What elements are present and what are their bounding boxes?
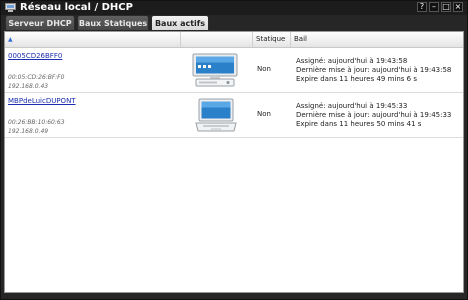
ip-address: 192.168.0.43 (8, 83, 49, 90)
laptop-computer-icon (195, 98, 237, 132)
static-value: Non (257, 110, 271, 118)
tab-baux-actifs[interactable]: Baux actifs (151, 15, 209, 30)
network-app-icon (5, 3, 16, 12)
lease-assigned: Assigné: aujourd'hui à 19:45:33 (296, 102, 408, 110)
mac-address: 00:26:BB:10:60:63 (8, 119, 65, 126)
maximize-button[interactable]: □ (441, 2, 451, 12)
column-header-name[interactable]: ▲ (5, 32, 181, 47)
table-row[interactable]: MBPdeLuicDUPONT 00:26:BB:10:60:63 192.16… (5, 93, 463, 138)
dhcp-window: Réseau local / DHCP ? – □ × Serveur DHCP… (0, 0, 468, 300)
lease-updated: Dernière mise à jour: aujourd'hui à 19:4… (296, 66, 452, 74)
leases-panel: ▲ Statique Bail 0005CD26BFF0 00:05:CD:26… (4, 31, 464, 293)
window-title: Réseau local / DHCP (20, 2, 133, 13)
help-button[interactable]: ? (417, 2, 427, 12)
tab-baux-statiques[interactable]: Baux Statiques (77, 15, 149, 30)
column-header-device (181, 32, 253, 47)
column-header-lease[interactable]: Bail (291, 32, 463, 47)
sort-ascending-icon: ▲ (8, 36, 13, 43)
desktop-computer-icon (192, 53, 238, 87)
device-name-link[interactable]: MBPdeLuicDUPONT (8, 97, 76, 105)
column-header-static[interactable]: Statique (253, 32, 291, 47)
static-value: Non (257, 65, 271, 73)
close-button[interactable]: × (453, 2, 463, 12)
lease-expires: Expire dans 11 heures 49 mins 6 s (296, 75, 417, 83)
table-row[interactable]: 0005CD26BFF0 00:05:CD:26:BF:F0 192.168.0… (5, 48, 463, 93)
minimize-button[interactable]: – (429, 2, 439, 12)
mac-address: 00:05:CD:26:BF:F0 (8, 74, 65, 81)
tab-serveur-dhcp[interactable]: Serveur DHCP (5, 15, 75, 30)
lease-expires: Expire dans 11 heures 50 mins 41 s (296, 120, 422, 128)
table-header: ▲ Statique Bail (5, 32, 463, 48)
title-bar: Réseau local / DHCP ? – □ × (1, 1, 467, 15)
lease-assigned: Assigné: aujourd'hui à 19:43:58 (296, 57, 408, 65)
lease-updated: Dernière mise à jour: aujourd'hui à 19:4… (296, 111, 452, 119)
ip-address: 192.168.0.49 (8, 128, 49, 135)
device-name-link[interactable]: 0005CD26BFF0 (8, 52, 62, 60)
